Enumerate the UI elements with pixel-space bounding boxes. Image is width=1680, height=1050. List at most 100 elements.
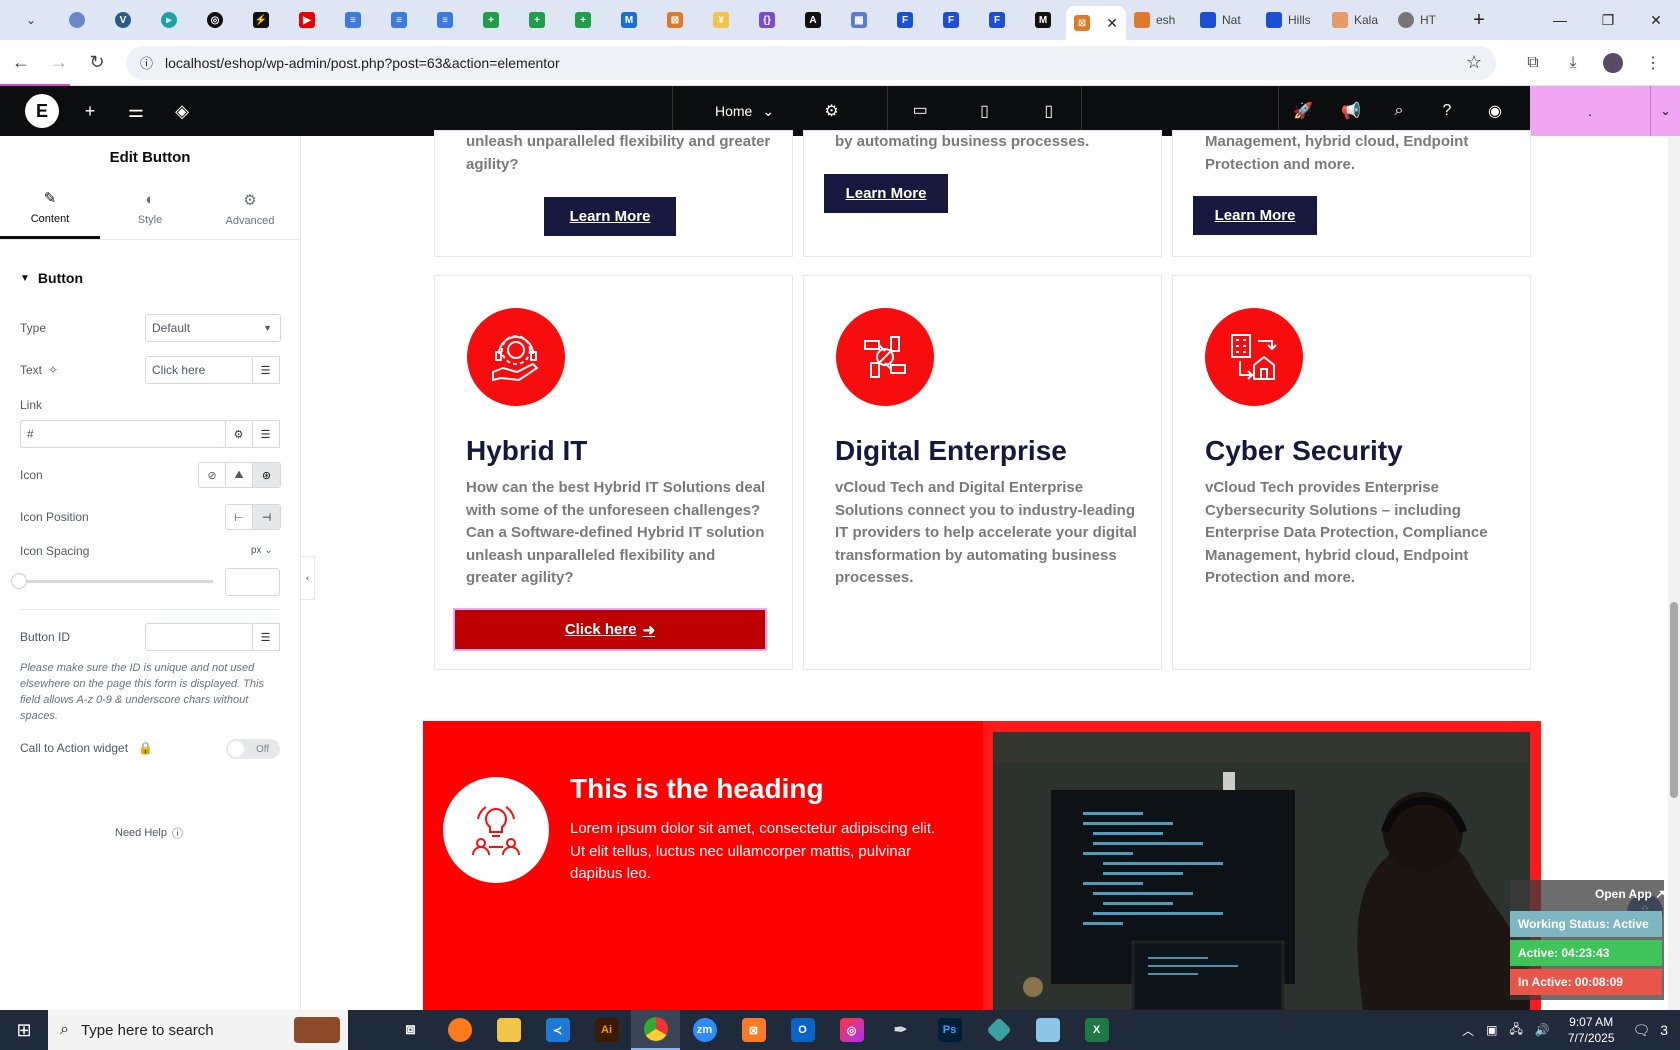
outlook-icon[interactable]: O	[778, 1010, 827, 1050]
icon-library-option[interactable]: ⊛	[253, 463, 280, 487]
no-icon-option[interactable]: ⊘	[199, 463, 226, 487]
rocket-icon[interactable]: 🚀	[1279, 86, 1327, 136]
new-tab-button[interactable]: +	[1456, 3, 1502, 37]
need-help-link[interactable]: Need Help ⓘ	[115, 825, 183, 841]
publish-button[interactable]: .	[1530, 86, 1650, 136]
search-icon[interactable]: ⌕	[1375, 86, 1423, 136]
open-app-link[interactable]: Open App ↗	[1595, 887, 1665, 901]
tab-advanced[interactable]: ⚙ Advanced	[200, 178, 300, 239]
url-input[interactable]: ⓘ localhost/eshop/wp-admin/post.php?post…	[126, 45, 1496, 80]
tab-favicon[interactable]: M	[1020, 3, 1066, 37]
icon-spacing-slider-handle[interactable]	[11, 573, 27, 589]
tab-nat[interactable]: Nat	[1192, 3, 1258, 37]
tab-favicon[interactable]: ¥	[698, 3, 744, 37]
excel-icon[interactable]: X	[1072, 1010, 1121, 1050]
icon-spacing-input[interactable]	[225, 568, 280, 596]
browser-menu-icon[interactable]: ⋮	[1640, 50, 1666, 76]
cta-toggle[interactable]: Off	[226, 739, 280, 759]
canvas-scrollbar[interactable]	[1668, 136, 1680, 1010]
download-icon[interactable]: ⤓	[1560, 50, 1586, 76]
learn-more-button[interactable]: Learn More	[544, 197, 676, 236]
tablet-icon[interactable]: ▯	[952, 86, 1016, 136]
structure-layers-icon[interactable]: ◈	[159, 86, 205, 136]
page-selector[interactable]: Home ⌄	[672, 86, 816, 136]
file-explorer-icon[interactable]	[484, 1010, 533, 1050]
task-view-icon[interactable]: ⧈	[386, 1010, 435, 1050]
notifications-icon[interactable]: 🗨 3	[1627, 1022, 1680, 1039]
learn-more-button[interactable]: Learn More	[824, 174, 948, 213]
tab-favicon[interactable]: ≡	[330, 3, 376, 37]
zoom-icon[interactable]: zm	[680, 1010, 729, 1050]
icon-position-end-icon[interactable]: ⊣	[253, 505, 280, 529]
page-settings-icon[interactable]: ⚙	[816, 86, 888, 136]
taskbar-search[interactable]: ⌕ Type here to search	[48, 1010, 348, 1050]
icon-position-start-icon[interactable]: ⊢	[226, 505, 253, 529]
close-window-icon[interactable]: ✕	[1632, 0, 1680, 40]
app-diamond-icon[interactable]	[974, 1010, 1023, 1050]
notifications-megaphone-icon[interactable]: 📢	[1327, 86, 1375, 136]
canvas-scrollbar-thumb[interactable]	[1670, 602, 1678, 798]
tab-favicon[interactable]: ≡	[422, 3, 468, 37]
taskbar-clock[interactable]: 9:07 AM 7/7/2025	[1556, 1014, 1627, 1046]
firefox-icon[interactable]	[435, 1010, 484, 1050]
tray-app-icon[interactable]: ▣	[1480, 1023, 1503, 1037]
tab-esh[interactable]: esh	[1126, 3, 1192, 37]
publish-options-chevron-icon[interactable]: ⌄	[1650, 86, 1680, 136]
tab-favicon[interactable]: F	[882, 3, 928, 37]
help-icon[interactable]: ?	[1423, 86, 1471, 136]
tab-favicon[interactable]: ⚡	[238, 3, 284, 37]
notepad-icon[interactable]	[1023, 1010, 1072, 1050]
reload-icon[interactable]: ↻	[80, 46, 114, 80]
link-input[interactable]: #	[20, 420, 226, 448]
ai-sparkle-icon[interactable]: ✧	[48, 363, 58, 377]
tab-favicon[interactable]: ▶	[284, 3, 330, 37]
creative-cloud-icon[interactable]: ◎	[827, 1010, 876, 1050]
tab-favicon[interactable]: ⊠	[652, 3, 698, 37]
learn-more-button[interactable]: Learn More	[1193, 196, 1317, 235]
type-select[interactable]: Default ▼	[145, 314, 281, 342]
add-element-icon[interactable]: +	[67, 86, 113, 136]
tab-favicon[interactable]: F	[974, 3, 1020, 37]
profile-avatar[interactable]	[1600, 50, 1626, 76]
button-id-dynamic-tags-icon[interactable]: ☰	[252, 623, 280, 651]
tab-content[interactable]: ✎ Content	[0, 178, 100, 239]
tab-favicon[interactable]: F	[928, 3, 974, 37]
vscode-icon[interactable]: ≺	[533, 1010, 582, 1050]
active-tab[interactable]: ⊠ ✕	[1066, 6, 1126, 40]
elementor-logo-icon[interactable]: E	[25, 94, 59, 128]
tab-favicon[interactable]: V	[100, 3, 146, 37]
tab-favicon[interactable]: ◎	[192, 3, 238, 37]
icon-spacing-slider-track[interactable]	[20, 580, 213, 583]
tab-ht[interactable]: HT	[1390, 3, 1456, 37]
desktop-icon[interactable]: ▭	[888, 86, 953, 136]
tab-list-button[interactable]: ⌄	[8, 3, 54, 37]
windows-start-icon[interactable]: ⊞	[0, 1010, 48, 1050]
chrome-icon[interactable]	[631, 1010, 680, 1050]
tab-favicon[interactable]: ▦	[836, 3, 882, 37]
click-here-button[interactable]: Click here ➜	[453, 608, 767, 651]
tab-favicon[interactable]: +	[560, 3, 606, 37]
restore-icon[interactable]: ❐	[1584, 0, 1632, 40]
tab-kala[interactable]: Kala	[1324, 3, 1390, 37]
photoshop-icon[interactable]: Ps	[925, 1010, 974, 1050]
tab-favicon[interactable]: +	[468, 3, 514, 37]
mobile-icon[interactable]: ▯	[1017, 86, 1081, 136]
tab-favicon[interactable]: +	[514, 3, 560, 37]
tab-favicon[interactable]: ≡	[376, 3, 422, 37]
preview-eye-icon[interactable]: ◉	[1471, 86, 1519, 136]
forward-icon[interactable]: →	[42, 46, 76, 80]
close-tab-icon[interactable]: ✕	[1106, 15, 1118, 32]
back-icon[interactable]: ←	[4, 46, 38, 80]
tab-favicon[interactable]: ▸	[146, 3, 192, 37]
volume-icon[interactable]: 🔊	[1529, 1023, 1556, 1037]
link-options-gear-icon[interactable]: ⚙	[225, 420, 253, 448]
button-id-input[interactable]	[145, 623, 253, 651]
extensions-icon[interactable]: ⧉	[1520, 50, 1546, 76]
text-input[interactable]: Click here	[145, 356, 253, 384]
link-dynamic-tags-icon[interactable]: ☰	[252, 420, 280, 448]
tab-favicon[interactable]: M	[606, 3, 652, 37]
tab-style[interactable]: ◐ Style	[100, 178, 200, 239]
tab-favicon[interactable]: A	[790, 3, 836, 37]
dynamic-tags-icon[interactable]: ☰	[252, 356, 280, 384]
bookmark-star-icon[interactable]: ☆	[1466, 52, 1482, 73]
